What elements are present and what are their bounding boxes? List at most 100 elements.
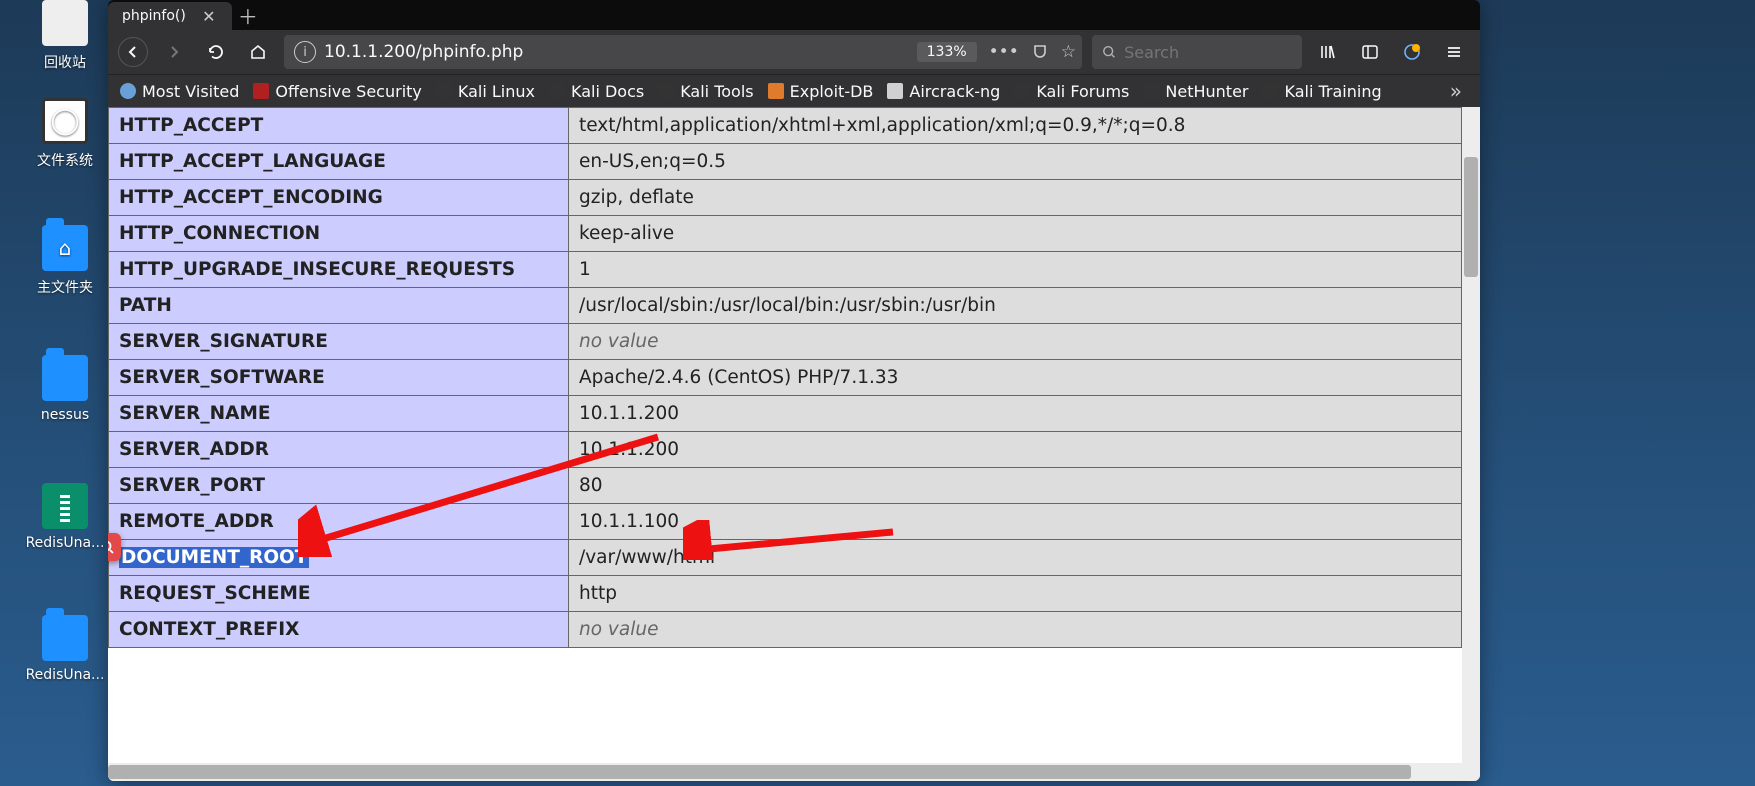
arrow-left-icon <box>125 44 141 60</box>
phpinfo-value: 1 <box>569 252 1462 288</box>
bookmark-exploit-db[interactable]: Exploit-DB <box>768 82 874 101</box>
bookmark-label: Kali Tools <box>680 82 753 101</box>
home-button[interactable] <box>242 36 274 68</box>
table-row: CONTEXT_PREFIXno value <box>109 612 1462 648</box>
bookmark-kali-tools[interactable]: Kali Tools <box>658 82 753 101</box>
bookmark-label: Offensive Security <box>275 82 421 101</box>
bookmark-label: Exploit-DB <box>790 82 874 101</box>
phpinfo-key: SERVER_SOFTWARE <box>109 360 569 396</box>
tab-active[interactable]: phpinfo() ✕ <box>108 2 232 30</box>
desktop-icon-filesystem[interactable]: ◯ 文件系统 <box>10 98 120 170</box>
sidebar-button[interactable] <box>1354 36 1386 68</box>
phpinfo-value: gzip, deflate <box>569 180 1462 216</box>
vertical-scrollbar[interactable] <box>1462 107 1480 763</box>
favicon <box>887 83 903 99</box>
find-in-page-badge[interactable] <box>108 533 121 561</box>
phpinfo-key: PATH <box>109 288 569 324</box>
folder-icon <box>42 615 88 661</box>
bookmark-offensive-security[interactable]: Offensive Security <box>253 82 421 101</box>
hamburger-icon <box>1445 43 1463 61</box>
phpinfo-value: en-US,en;q=0.5 <box>569 144 1462 180</box>
phpinfo-key: HTTP_ACCEPT_LANGUAGE <box>109 144 569 180</box>
bookmark-kali-docs[interactable]: Kali Docs <box>549 82 644 101</box>
site-info-icon[interactable]: i <box>294 41 316 63</box>
desktop-label: RedisUna... <box>26 535 105 551</box>
bookmark-label: Kali Training <box>1284 82 1381 101</box>
tab-close-button[interactable]: ✕ <box>200 7 218 25</box>
desktop-label: 主文件夹 <box>37 280 93 296</box>
forward-button[interactable] <box>158 36 190 68</box>
sidebar-icon <box>1361 43 1379 61</box>
scrollbar-thumb[interactable] <box>108 765 1411 779</box>
phpinfo-value: 10.1.1.200 <box>569 432 1462 468</box>
desktop-icon-nessus[interactable]: nessus <box>10 355 120 423</box>
table-row: PATH/usr/local/sbin:/usr/local/bin:/usr/… <box>109 288 1462 324</box>
bookmark-label: NetHunter <box>1165 82 1248 101</box>
table-row: SERVER_SIGNATUREno value <box>109 324 1462 360</box>
horizontal-scrollbar[interactable] <box>108 763 1480 781</box>
reload-button[interactable] <box>200 36 232 68</box>
bookmark-label: Kali Docs <box>571 82 644 101</box>
bookmark-most-visited[interactable]: Most Visited <box>120 82 239 101</box>
desktop-icon-redis-folder[interactable]: RedisUna... <box>10 615 120 683</box>
address-bar[interactable]: i 10.1.1.200/phpinfo.php 133% ••• ☆ <box>284 35 1082 69</box>
bookmark-label: Aircrack-ng <box>909 82 1000 101</box>
library-icon <box>1319 43 1337 61</box>
phpinfo-value: 80 <box>569 468 1462 504</box>
page-content: HTTP_ACCEPTtext/html,application/xhtml+x… <box>108 107 1462 763</box>
phpinfo-key: HTTP_ACCEPT <box>109 108 569 144</box>
desktop-label: nessus <box>41 407 89 423</box>
bookmark-nethunter[interactable]: NetHunter <box>1143 82 1248 101</box>
library-button[interactable] <box>1312 36 1344 68</box>
archive-icon <box>42 483 88 529</box>
table-row: REQUEST_SCHEMEhttp <box>109 576 1462 612</box>
search-bar[interactable] <box>1092 35 1302 69</box>
page-actions-icon[interactable]: ••• <box>989 42 1019 62</box>
desktop-label: 文件系统 <box>37 153 93 169</box>
phpinfo-value: /usr/local/sbin:/usr/local/bin:/usr/sbin… <box>569 288 1462 324</box>
phpinfo-key: REQUEST_SCHEME <box>109 576 569 612</box>
bookmark-kali-training[interactable]: Kali Training <box>1262 82 1381 101</box>
hamburger-menu-button[interactable] <box>1438 36 1470 68</box>
back-button[interactable] <box>118 37 148 67</box>
bookmark-kali-forums[interactable]: Kali Forums <box>1014 82 1129 101</box>
folder-home-icon: ⌂ <box>42 225 88 271</box>
favicon <box>253 83 269 99</box>
table-row: SERVER_ADDR10.1.1.200 <box>109 432 1462 468</box>
zoom-indicator[interactable]: 133% <box>917 42 977 62</box>
phpinfo-key: HTTP_CONNECTION <box>109 216 569 252</box>
disk-icon: ◯ <box>42 98 88 144</box>
phpinfo-value: 10.1.1.100 <box>569 504 1462 540</box>
bookmark-star-icon[interactable]: ☆ <box>1061 42 1076 62</box>
bookmarks-overflow-button[interactable]: » <box>1444 79 1468 103</box>
desktop-label: 回收站 <box>44 55 86 71</box>
scrollbar-thumb[interactable] <box>1464 157 1478 277</box>
table-row: SERVER_NAME10.1.1.200 <box>109 396 1462 432</box>
search-icon <box>108 539 115 555</box>
bookmarks-bar: Most Visited Offensive Security Kali Lin… <box>108 74 1480 107</box>
desktop-icon-redis-zip[interactable]: RedisUna... <box>10 483 120 551</box>
bookmark-aircrack-ng[interactable]: Aircrack-ng <box>887 82 1000 101</box>
favicon <box>1262 83 1278 99</box>
phpinfo-value: keep-alive <box>569 216 1462 252</box>
phpinfo-key: DOCUMENT_ROOT <box>109 540 569 576</box>
search-input[interactable] <box>1124 43 1292 62</box>
globe-addon-icon <box>1403 43 1421 61</box>
phpinfo-value: /var/www/html <box>569 540 1462 576</box>
table-row: REMOTE_ADDR10.1.1.100 <box>109 504 1462 540</box>
phpinfo-value: http <box>569 576 1462 612</box>
bookmark-kali-linux[interactable]: Kali Linux <box>436 82 535 101</box>
page-viewport: HTTP_ACCEPTtext/html,application/xhtml+x… <box>108 107 1480 781</box>
search-icon <box>1102 44 1116 60</box>
new-tab-button[interactable]: ＋ <box>232 0 264 30</box>
table-row: SERVER_SOFTWAREApache/2.4.6 (CentOS) PHP… <box>109 360 1462 396</box>
phpinfo-value: no value <box>569 612 1462 648</box>
desktop-icon-home[interactable]: ⌂ 主文件夹 <box>10 225 120 297</box>
desktop-icon-trash[interactable]: 回收站 <box>10 0 120 72</box>
extension-button[interactable] <box>1396 36 1428 68</box>
favicon <box>549 83 565 99</box>
arrow-right-icon <box>166 44 182 60</box>
table-row: HTTP_CONNECTIONkeep-alive <box>109 216 1462 252</box>
table-row: HTTP_UPGRADE_INSECURE_REQUESTS1 <box>109 252 1462 288</box>
reader-pocket-icon[interactable] <box>1031 43 1049 61</box>
